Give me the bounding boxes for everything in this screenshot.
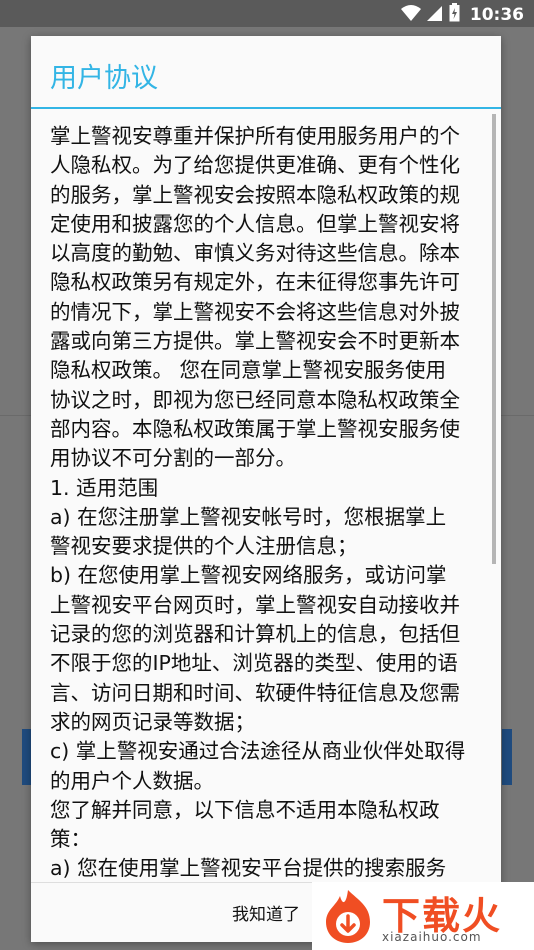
background-button-edge-right xyxy=(502,729,512,785)
watermark: 下载火 xiazaihuo.com xyxy=(312,882,534,950)
agreement-scroll-area[interactable]: 掌上警视安尊重并保护所有使用服务用户的个人隐私权。为了给您提供更准确、更有个性化… xyxy=(31,116,501,881)
status-time: 10:36 xyxy=(469,4,524,25)
scrollbar[interactable] xyxy=(492,114,496,564)
agreement-text: 掌上警视安尊重并保护所有使用服务用户的个人隐私权。为了给您提供更准确、更有个性化… xyxy=(50,124,466,881)
title-divider xyxy=(31,107,501,109)
battery-icon xyxy=(449,3,460,26)
status-bar: 10:36 xyxy=(0,0,534,27)
watermark-logo-icon xyxy=(318,886,378,950)
status-icons: 10:36 xyxy=(400,3,524,26)
wifi-icon xyxy=(400,4,421,26)
watermark-url: xiazaihuo.com xyxy=(382,930,482,944)
dialog-title: 用户协议 xyxy=(50,63,158,94)
user-agreement-dialog: 用户协议 掌上警视安尊重并保护所有使用服务用户的个人隐私权。为了给您提供更准确、… xyxy=(31,36,501,942)
signal-icon xyxy=(426,4,443,26)
